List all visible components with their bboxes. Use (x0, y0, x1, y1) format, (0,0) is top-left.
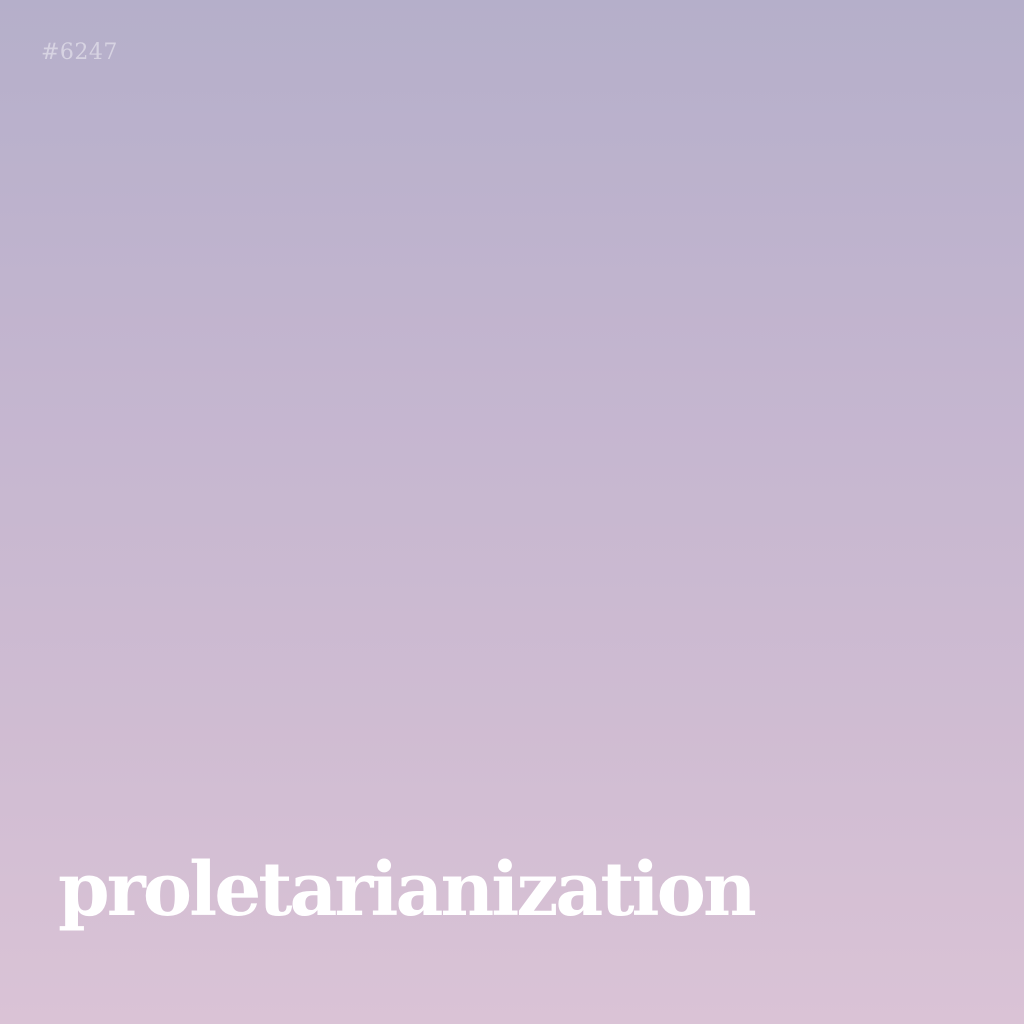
featured-word: proletarianization (58, 847, 757, 933)
post-id-label: #6247 (41, 40, 118, 65)
word-card: #6247 proletarianization (0, 0, 1024, 1024)
